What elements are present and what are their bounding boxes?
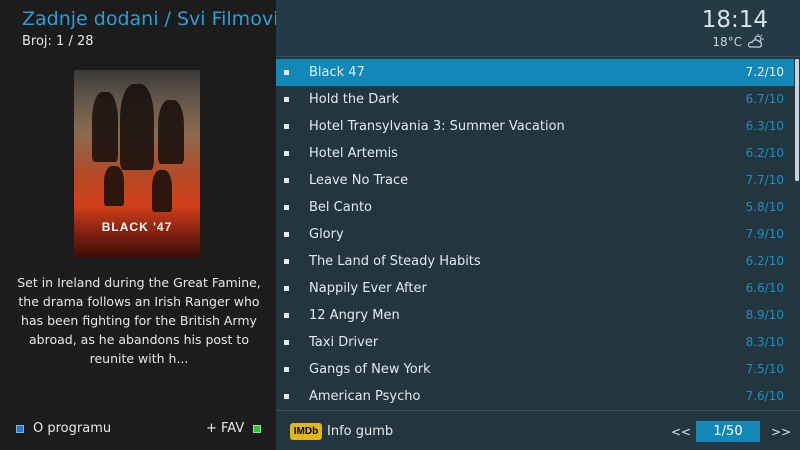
item-counter: Broj: 1 / 28	[22, 34, 94, 49]
bullet-icon	[284, 367, 289, 372]
movie-row[interactable]: Nappily Ever After 6.6/10	[276, 275, 794, 302]
movie-row[interactable]: Hold the Dark 6.7/10	[276, 86, 794, 113]
poster-figure	[152, 170, 172, 212]
movie-title: Taxi Driver	[309, 335, 379, 350]
movie-row[interactable]: 12 Angry Men 8.9/10	[276, 302, 794, 329]
movie-rating: 7.6/10	[745, 389, 784, 403]
movie-rating: 6.2/10	[745, 254, 784, 268]
info-panel: Zadnje dodani / Svi Filmovi Broj: 1 / 28…	[0, 0, 279, 450]
list-footer: IMDb Info gumb << 1/50 >>	[276, 410, 800, 450]
movie-rating: 7.9/10	[745, 227, 784, 241]
movie-rating: 6.7/10	[745, 92, 784, 106]
green-square-icon	[253, 424, 262, 433]
fav-label: + FAV	[206, 421, 245, 436]
movie-rating: 7.7/10	[745, 173, 784, 187]
movie-rating: 5.8/10	[745, 200, 784, 214]
movie-title: Nappily Ever After	[309, 281, 427, 296]
movie-rating: 6.6/10	[745, 281, 784, 295]
movie-rating: 6.2/10	[745, 146, 784, 160]
movie-title: Gangs of New York	[309, 362, 431, 377]
movie-list-panel: 18:14 18°C Black 47 7.2/10 Hold the Dark 6.…	[276, 0, 800, 450]
bullet-icon	[284, 259, 289, 264]
movie-list: Black 47 7.2/10 Hold the Dark 6.7/10 Hotel T…	[276, 59, 794, 410]
bullet-icon	[284, 97, 289, 102]
add-favourite-button[interactable]: + FAV	[206, 421, 262, 436]
movie-row[interactable]: Gangs of New York 7.5/10	[276, 356, 794, 383]
movie-title: Glory	[309, 227, 344, 242]
movie-row[interactable]: Taxi Driver 8.3/10	[276, 329, 794, 356]
movie-row[interactable]: Hotel Transylvania 3: Summer Vacation 6.3…	[276, 113, 794, 140]
blue-square-icon	[16, 424, 24, 433]
bullet-icon	[284, 394, 289, 399]
temperature: 18°C	[712, 35, 742, 49]
movie-row[interactable]: Leave No Trace 7.7/10	[276, 167, 794, 194]
movie-poster: BLACK '47	[74, 70, 200, 258]
movie-title: Hold the Dark	[309, 92, 400, 107]
movie-rating: 8.9/10	[745, 308, 784, 322]
media-library-screen: Zadnje dodani / Svi Filmovi Broj: 1 / 28…	[0, 0, 800, 450]
movie-title: 12 Angry Men	[309, 308, 400, 323]
movie-title: Leave No Trace	[309, 173, 409, 188]
movie-rating: 6.3/10	[745, 119, 784, 133]
movie-row[interactable]: The Land of Steady Habits 6.2/10	[276, 248, 794, 275]
movie-rating: 7.2/10	[745, 65, 784, 79]
poster-title: BLACK '47	[101, 220, 173, 234]
bullet-icon	[284, 178, 289, 183]
movie-row[interactable]: Hotel Artemis 6.2/10	[276, 140, 794, 167]
movie-row[interactable]: American Psycho 7.6/10	[276, 383, 794, 410]
page-indicator: 1/50	[696, 421, 760, 442]
about-label: O programu	[33, 421, 112, 436]
imdb-logo-icon: IMDb	[290, 423, 322, 440]
bullet-icon	[284, 340, 289, 345]
bullet-icon	[284, 70, 289, 75]
movie-rating: 7.5/10	[745, 362, 784, 376]
poster-figure	[120, 84, 154, 170]
bullet-icon	[284, 151, 289, 156]
about-button[interactable]: O programu	[16, 421, 111, 436]
info-button[interactable]: Info gumb	[327, 424, 393, 439]
movie-row[interactable]: Black 47 7.2/10	[276, 59, 794, 86]
poster-figure	[92, 92, 118, 162]
scrollbar[interactable]	[795, 59, 799, 181]
poster-figure	[104, 166, 124, 206]
movie-title: Black 47	[309, 65, 365, 80]
movie-rating: 8.3/10	[745, 335, 784, 349]
movie-title: The Land of Steady Habits	[309, 254, 481, 269]
bullet-icon	[284, 286, 289, 291]
poster-figure	[158, 100, 184, 164]
bullet-icon	[284, 232, 289, 237]
partly-cloudy-icon	[748, 34, 764, 48]
movie-title: Hotel Artemis	[309, 146, 398, 161]
page-title: Zadnje dodani / Svi Filmovi	[22, 8, 279, 30]
bullet-icon	[284, 313, 289, 318]
status-bar: 18:14 18°C	[276, 0, 800, 57]
bullet-icon	[284, 205, 289, 210]
movie-row[interactable]: Glory 7.9/10	[276, 221, 794, 248]
plot-summary: Set in Ireland during the Great Famine, …	[17, 275, 261, 366]
movie-row[interactable]: Bel Canto 5.8/10	[276, 194, 794, 221]
bullet-icon	[284, 124, 289, 129]
clock: 18:14	[701, 7, 768, 33]
movie-title: Bel Canto	[309, 200, 372, 215]
previous-page-button[interactable]: <<	[671, 425, 691, 439]
next-page-button[interactable]: >>	[771, 425, 791, 439]
movie-title: American Psycho	[309, 389, 421, 404]
movie-title: Hotel Transylvania 3: Summer Vacation	[309, 119, 565, 134]
